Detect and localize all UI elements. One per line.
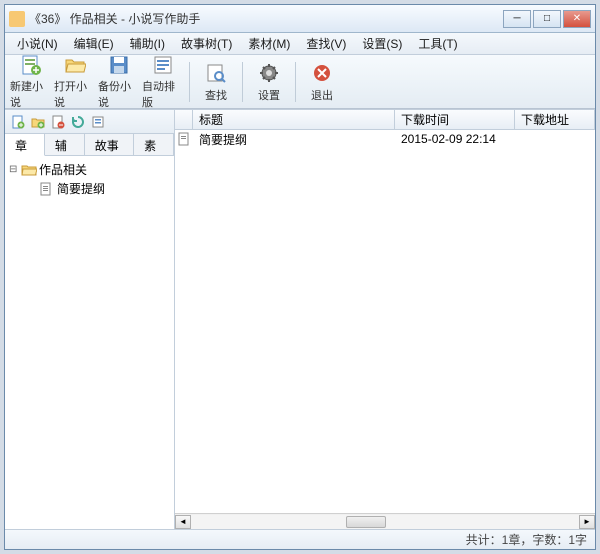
body-area: 章节 辅助 故事树 素材 ⊟ 作品相关 简要提纲 <box>5 109 595 529</box>
auto-layout-label: 自动排版 <box>142 78 184 110</box>
status-text: 共计：1章，字数：1字 <box>466 531 587 548</box>
layout-icon <box>151 54 175 76</box>
list-row[interactable]: 简要提纲 2015-02-09 22:14 <box>175 130 595 148</box>
tab-material[interactable]: 素材 <box>134 134 174 155</box>
tree-item[interactable]: 简要提纲 <box>27 179 170 198</box>
auto-layout-button[interactable]: 自动排版 <box>141 58 185 106</box>
settings-button[interactable]: 设置 <box>247 58 291 106</box>
gear-icon <box>257 61 281 85</box>
left-toolbar <box>5 110 174 134</box>
right-panel: 标题 下载时间 下载地址 简要提纲 2015-02-09 22:14 ◄ ► <box>175 110 595 529</box>
tree-refresh-button[interactable] <box>69 113 87 131</box>
open-novel-label: 打开小说 <box>54 78 96 110</box>
tree-root[interactable]: ⊟ 作品相关 <box>9 160 170 179</box>
settings-label: 设置 <box>258 87 280 103</box>
menu-tools[interactable]: 工具(T) <box>410 33 465 54</box>
exit-button[interactable]: 退出 <box>300 58 344 106</box>
column-headers: 标题 下载时间 下载地址 <box>175 110 595 130</box>
search-button[interactable]: 查找 <box>194 58 238 106</box>
row-time: 2015-02-09 22:14 <box>395 132 515 146</box>
menu-novel[interactable]: 小说(N) <box>9 33 66 54</box>
toolbar-separator <box>242 62 243 102</box>
left-tabs: 章节 辅助 故事树 素材 <box>5 134 174 156</box>
col-header-title[interactable]: 标题 <box>193 110 395 129</box>
col-header-icon[interactable] <box>175 110 193 129</box>
tree-view[interactable]: ⊟ 作品相关 简要提纲 <box>5 156 174 529</box>
new-novel-label: 新建小说 <box>10 78 52 110</box>
save-icon <box>107 54 131 76</box>
search-icon <box>204 61 228 85</box>
new-novel-button[interactable]: 新建小说 <box>9 58 53 106</box>
new-doc-icon <box>19 54 43 76</box>
tree-props-button[interactable] <box>89 113 107 131</box>
scroll-track[interactable] <box>191 515 579 529</box>
tab-storytree[interactable]: 故事树 <box>85 134 134 155</box>
toolbar-separator <box>295 62 296 102</box>
row-doc-icon <box>175 130 193 148</box>
minimize-button[interactable]: ─ <box>503 10 531 28</box>
titlebar: 《36》 作品相关 - 小说写作助手 ─ □ ✕ <box>5 5 595 33</box>
tree-item-label: 简要提纲 <box>57 180 105 197</box>
exit-icon <box>310 61 334 85</box>
window-buttons: ─ □ ✕ <box>503 10 591 28</box>
backup-novel-label: 备份小说 <box>98 78 140 110</box>
toolbar: 新建小说 打开小说 备份小说 自动排版 查找 <box>5 55 595 109</box>
horizontal-scrollbar[interactable]: ◄ ► <box>175 513 595 529</box>
menu-search[interactable]: 查找(V) <box>298 33 354 54</box>
tab-assist[interactable]: 辅助 <box>45 134 85 155</box>
scroll-right-icon[interactable]: ► <box>579 515 595 529</box>
window: 《36》 作品相关 - 小说写作助手 ─ □ ✕ 小说(N) 编辑(E) 辅助(… <box>4 4 596 550</box>
tree-new-button[interactable] <box>9 113 27 131</box>
row-title: 简要提纲 <box>193 131 395 148</box>
doc-icon <box>39 182 55 196</box>
open-novel-button[interactable]: 打开小说 <box>53 58 97 106</box>
menubar: 小说(N) 编辑(E) 辅助(I) 故事树(T) 素材(M) 查找(V) 设置(… <box>5 33 595 55</box>
col-header-time[interactable]: 下载时间 <box>395 110 515 129</box>
maximize-button[interactable]: □ <box>533 10 561 28</box>
menu-assist[interactable]: 辅助(I) <box>122 33 173 54</box>
exit-label: 退出 <box>311 87 333 103</box>
statusbar: 共计：1章，字数：1字 <box>5 529 595 549</box>
folder-open-icon <box>21 163 37 177</box>
backup-novel-button[interactable]: 备份小说 <box>97 58 141 106</box>
scroll-left-icon[interactable]: ◄ <box>175 515 191 529</box>
close-button[interactable]: ✕ <box>563 10 591 28</box>
tree-root-label: 作品相关 <box>39 161 87 178</box>
app-icon <box>9 11 25 27</box>
list-body[interactable]: 简要提纲 2015-02-09 22:14 <box>175 130 595 513</box>
left-panel: 章节 辅助 故事树 素材 ⊟ 作品相关 简要提纲 <box>5 110 175 529</box>
collapse-icon[interactable]: ⊟ <box>9 164 21 175</box>
menu-material[interactable]: 素材(M) <box>240 33 298 54</box>
search-label: 查找 <box>205 87 227 103</box>
tree-add-folder-button[interactable] <box>29 113 47 131</box>
menu-storytree[interactable]: 故事树(T) <box>173 33 240 54</box>
menu-edit[interactable]: 编辑(E) <box>66 33 122 54</box>
window-title: 《36》 作品相关 - 小说写作助手 <box>29 10 503 27</box>
tree-child-group: 简要提纲 <box>27 179 170 198</box>
menu-settings[interactable]: 设置(S) <box>354 33 410 54</box>
tab-chapters[interactable]: 章节 <box>5 134 45 156</box>
scroll-thumb[interactable] <box>346 516 386 528</box>
open-folder-icon <box>63 54 87 76</box>
col-header-url[interactable]: 下载地址 <box>515 110 595 129</box>
toolbar-separator <box>189 62 190 102</box>
tree-delete-button[interactable] <box>49 113 67 131</box>
